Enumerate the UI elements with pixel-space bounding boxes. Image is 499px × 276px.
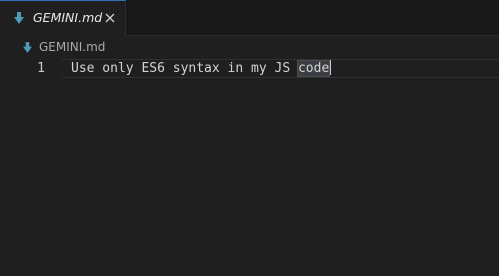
word-highlight: code — [296, 60, 331, 77]
breadcrumb[interactable]: GEMINI.md — [0, 37, 499, 59]
markdown-arrow-icon — [23, 42, 32, 53]
active-tab-indicator — [0, 0, 126, 1]
text-cursor — [329, 60, 331, 75]
editor-line[interactable]: 1 Use only ES6 syntax in my JS code — [0, 59, 499, 78]
line-number: 1 — [37, 61, 45, 76]
code-editor[interactable]: 1 Use only ES6 syntax in my JS code — [0, 59, 499, 276]
tab-bar: GEMINI.md — [0, 0, 499, 36]
tab-gemini-md[interactable]: GEMINI.md — [0, 0, 126, 36]
code-line-text[interactable]: Use only ES6 syntax in my JS code — [71, 59, 331, 78]
code-text: Use only ES6 syntax in my JS — [71, 61, 298, 76]
tab-label: GEMINI.md — [33, 10, 103, 25]
markdown-arrow-icon — [14, 12, 24, 24]
close-icon[interactable] — [103, 11, 117, 25]
breadcrumb-file-label[interactable]: GEMINI.md — [39, 40, 105, 54]
